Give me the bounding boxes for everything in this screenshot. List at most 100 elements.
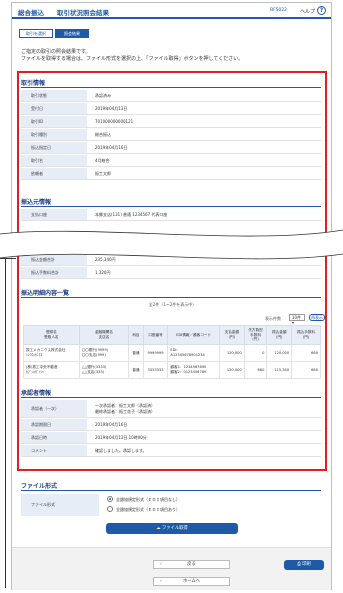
chevron-left-icon: ‹ [160,562,162,567]
column-header: 登録名 受取人名 [23,325,80,345]
transfer-detail-table: 登録名 受取人名 金融機関名 支店名 科目 口座番号 EDI情報／顧客コード 支… [23,325,321,379]
info-value: 承認済み [95,93,111,98]
info-value: 本郷支店(131) 普通 1234567 代表口座 [95,212,168,217]
table-header-row: 登録名 受取人名 金融機関名 支店名 科目 口座番号 EDI情報／顧客コード 支… [23,325,321,345]
section-heading-file-format: ファイル形式 [21,483,58,490]
column-header: 振込金額 (円) [266,325,293,345]
info-row: 支払口座 本郷支店(131) 普通 1234567 代表口座 [21,209,321,221]
info-label: 取引ID [21,116,87,127]
callout-line [0,258,16,259]
back-label: 戻る [187,562,196,567]
column-header: 口座番号 [142,325,169,345]
edi-info: 顧客1：1234567890 顧客2：0123456789 [167,361,220,379]
info-value: 701000000000121 [95,119,134,124]
info-label: 支払口座 [21,209,87,220]
info-row: 取引ID 701000000000121 [21,116,321,128]
info-value: 2019年04月16日 [95,145,128,150]
help-icon[interactable]: ? [317,6,326,15]
info-row: 取引状態 承認済み [21,90,321,102]
home-button[interactable]: ‹ ホームへ [153,577,230,586]
section-divider [21,490,321,491]
omission-break [0,229,343,260]
info-label: 取引名 [21,155,87,166]
info-row: 振込指定日 2019年04月16日 [21,142,321,154]
info-value: 2019年04月13日 10時00分 [95,435,147,440]
section-heading-details: 振込明細内容一覧 [21,290,70,297]
back-button[interactable]: ‹ 戻る [153,560,230,569]
column-header: 科目 [128,325,144,345]
payment-amount: 120,000 [218,361,245,379]
transfer-fee: 660 [291,361,321,379]
info-row: 取引種別 総合振込 [21,129,321,141]
step-inquiry-result: 照会結果 [55,29,89,38]
header-bar: 総合振込 取引状況照会結果 BFS022 ヘルプ ? [12,3,331,19]
page: 総合振込 取引状況照会結果 BFS022 ヘルプ ? 取引を選択 照会結果 ご指… [11,2,332,590]
column-header: 振込手数料 (円) [291,325,321,345]
print-button[interactable]: ⎙ 印刷 [284,560,324,570]
info-row: 承認日時 2019年04月13日 10時00分 [21,432,321,444]
info-label: 受付日 [21,103,87,114]
callout-line [5,258,6,588]
section-divider [21,87,321,88]
file-format-label: ファイル形式 [21,494,99,516]
info-label: 振込指定日 [21,142,87,153]
payee-name: 振工メカニクス株式会社 ｼﾝｺｳﾒｶﾆｸｽ [23,344,80,362]
section-divider [21,206,321,207]
info-row: 取引名 4月総合 [21,155,321,167]
info-row: 受付日 2019年04月13日 [21,103,321,115]
info-label: 承認者（一次） [21,400,87,417]
per-page-select[interactable]: 10件 ▾ [289,314,305,325]
info-value: 確認しました。承認します。 [95,448,147,453]
cloud-download-icon: ☁ [156,526,161,531]
table-row: 振工メカニクス株式会社 ｼﾝｺｳﾒｶﾆｸｽ 〇〇銀行(9999) 〇〇支店(99… [23,344,321,362]
payee-name: (株)振工中央不動産 ｶﾌﾞｼｷｶﾞｲｼｬ [23,361,80,379]
info-label: コメント [21,445,87,456]
section-heading-source: 振込元情報 [21,199,52,206]
intro-text: ご指定の取引の照会結果です。 ファイルを取得する場合は、ファイル形式を選択の上、… [21,49,243,63]
info-value: 2019年04月13日 [95,106,128,111]
file-download-button[interactable]: ☁ ファイル取得 [106,523,238,534]
table-row: (株)振工中央不動産 ｶﾌﾞｼｷｶﾞｲｼｬ △△銀行(3333) △△支店(33… [23,361,321,379]
account-type: 普通 [128,344,144,362]
bank-branch: 〇〇銀行(9999) 〇〇支店(999) [78,344,130,362]
redisplay-button[interactable]: 再表示 [309,314,325,321]
info-label: 振込手数料合計 [21,267,87,278]
radio-format-with-edi[interactable] [107,506,113,512]
sender-fee: 660 [243,361,268,379]
section-heading-transaction: 取引情報 [21,80,46,87]
per-page-label: 表示件数 [265,316,281,321]
section-heading-approval: 承認者情報 [21,390,52,397]
intro-line: ご指定の取引の照会結果です。 [21,49,91,55]
radio-format-no-edi[interactable] [107,496,113,502]
info-value: 振工太郎 [95,171,111,176]
info-label: 取引種別 [21,129,87,140]
info-row: コメント 確認しました。承認します。 [21,445,321,457]
step-select-transaction: 取引を選択 [19,29,53,38]
info-row: 依頼者 振工太郎 [21,168,321,180]
info-value: 2019年04月16日 [95,422,128,427]
per-page-value: 10件 [292,315,302,320]
transfer-amount: 115,340 [266,361,293,379]
chevron-left-icon: ‹ [160,579,162,584]
transfer-fee: 660 [291,344,321,362]
sender-fee: 0 [243,344,268,362]
help-link[interactable]: ヘルプ [300,8,315,15]
column-header: 先方負担 手数料 (円) [243,325,268,345]
intro-line: ファイルを取得する場合は、ファイル形式を選択の上、「ファイル取得」ボタンを押して… [21,56,244,62]
file-download-label: ファイル取得 [161,526,188,531]
transfer-amount: 120,000 [266,344,293,362]
page-title: 取引状況照会結果 [57,9,109,17]
info-label: 取引状態 [21,90,87,101]
info-value: 総合振込 [95,132,111,137]
info-label: 承認日時 [21,432,87,443]
info-row: 振込手数料合計 1,320円 [21,267,321,279]
column-header: 支払金額 (円) [218,325,245,345]
screen-code: BFS022 [270,8,288,13]
payment-amount: 120,000 [218,344,245,362]
info-value: 1,320円 [95,270,111,275]
column-header: 金融機関名 支店名 [78,325,130,345]
info-row: 承認者（一次） 一次承認者：振工太郎（承認済） 最終承認者：振工花子（承認済） [21,400,321,418]
edi-info: EDI: A12345678901234 [167,344,220,362]
account-number: 3333333 [142,361,169,379]
info-label: 承認期限日 [21,419,87,430]
